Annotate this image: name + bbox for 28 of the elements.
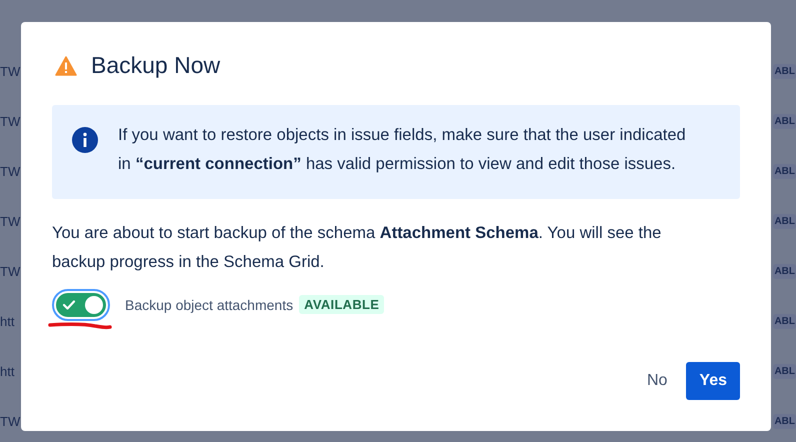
status-lozenge: ABL (773, 414, 796, 428)
status-lozenge: ABL (773, 64, 796, 78)
row-name-text: TW (0, 164, 20, 178)
row-name-text: TW (0, 214, 20, 228)
status-lozenge: ABL (773, 364, 796, 378)
status-lozenge: ABL (773, 214, 796, 228)
status-lozenge: ABL (773, 114, 796, 128)
yes-button[interactable]: Yes (686, 362, 740, 400)
check-icon (62, 299, 76, 311)
row-name-text: htt (0, 314, 14, 328)
no-button[interactable]: No (634, 362, 680, 400)
info-icon (72, 127, 98, 153)
dialog-title: Backup Now (91, 52, 220, 79)
row-name-text: TW (0, 64, 20, 78)
underline-mark (47, 322, 113, 330)
status-lozenge: ABL (773, 314, 796, 328)
row-name-text: TW (0, 264, 20, 278)
toggle-switch[interactable] (52, 289, 110, 321)
row-name-text: TW (0, 414, 20, 428)
body-text: You are about to start backup of the schema Attachment Schema. You will see the backup progress in the Schema Grid. (52, 223, 662, 273)
status-lozenge: ABL (773, 164, 796, 178)
status-lozenge: ABL (773, 264, 796, 278)
row-name-text: htt (0, 364, 14, 378)
warning-icon (55, 56, 77, 76)
toggle-label: Backup object attachments (125, 296, 294, 312)
info-message: If you want to restore objects in issue fields, make sure that the user indicated in “current connection” has valid permission to view and edit those issues. (118, 125, 687, 175)
available-lozenge: AVAILABLE (299, 295, 384, 314)
row-name-text: TW (0, 114, 20, 128)
